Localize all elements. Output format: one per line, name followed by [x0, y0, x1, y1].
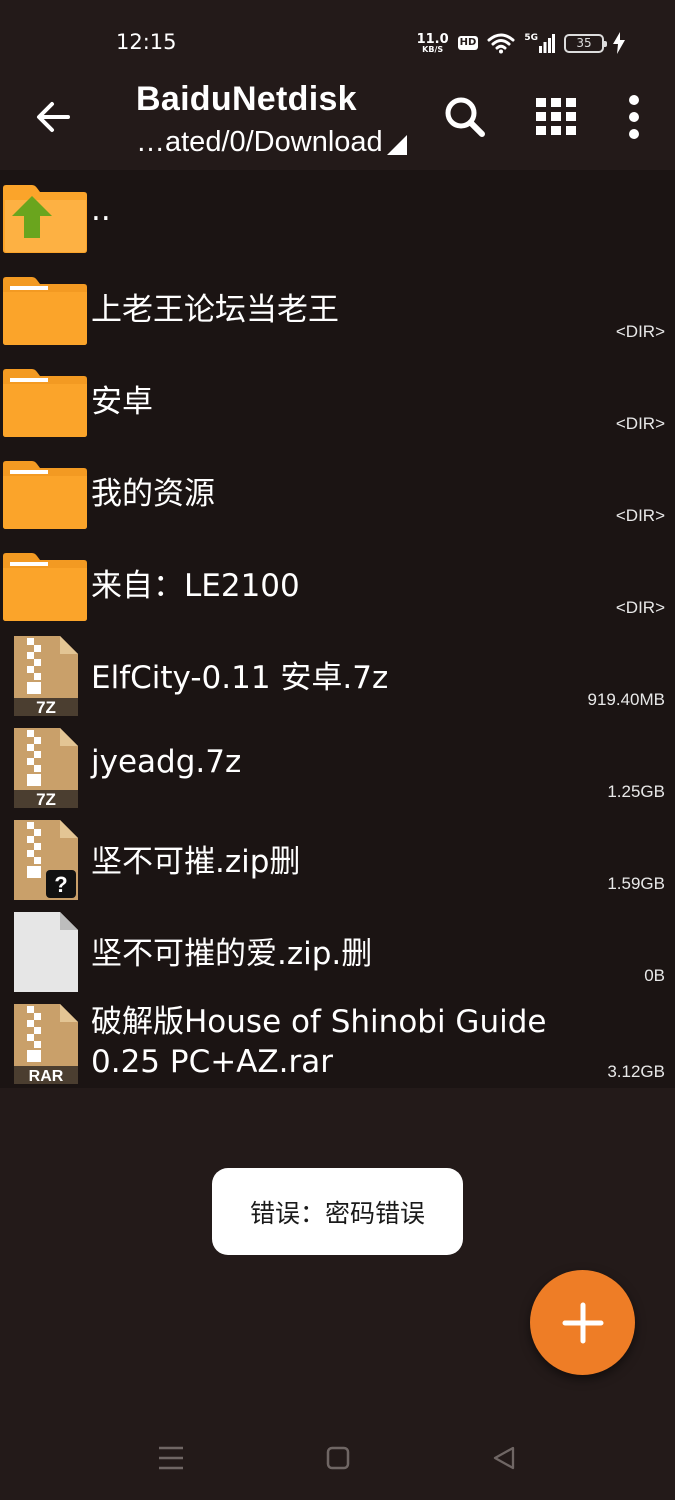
back-arrow-icon[interactable] — [30, 94, 76, 140]
file-name-line-1: 破解版House of Shinobi Guide — [91, 1004, 547, 1040]
archive-unknown-icon: ? — [14, 820, 78, 900]
file-meta: <DIR> — [615, 414, 665, 433]
archive-rar-icon: RAR — [14, 1004, 78, 1084]
file-meta: 3.12GB — [607, 1062, 665, 1081]
folder-icon — [3, 553, 87, 621]
system-nav-bar — [0, 1420, 675, 1500]
archive-badge: 7Z — [36, 698, 56, 716]
cellular-signal-icon: 5G — [524, 33, 555, 53]
plus-icon — [562, 1302, 603, 1343]
toast-message: 错误：密码错误 — [249, 1198, 425, 1228]
file-meta: <DIR> — [615, 506, 665, 525]
file-name: 安卓 — [91, 384, 153, 420]
folder-icon — [3, 369, 87, 437]
list-item[interactable]: .. — [0, 170, 675, 262]
charging-icon — [613, 32, 625, 54]
battery-icon: 35 — [564, 33, 607, 53]
file-name: .. — [91, 192, 111, 228]
search-icon[interactable] — [442, 94, 488, 140]
blank-file-icon — [14, 912, 78, 992]
file-meta: <DIR> — [615, 598, 665, 617]
more-options-icon[interactable] — [620, 94, 648, 140]
file-meta: 1.25GB — [607, 782, 665, 801]
archive-badge: RAR — [29, 1068, 64, 1084]
app-bar: BaiduNetdisk …ated/0/Download — [0, 80, 675, 170]
file-name: 破解版House of Shinobi Guide 0.25 PC+AZ.rar — [91, 1002, 546, 1082]
list-item[interactable]: RAR 破解版House of Shinobi Guide 0.25 PC+AZ… — [0, 998, 675, 1090]
list-item[interactable]: 上老王论坛当老王 <DIR> — [0, 262, 675, 354]
file-meta: 1.59GB — [607, 874, 665, 893]
list-item[interactable]: 7Z jyeadg.7z 1.25GB — [0, 722, 675, 814]
file-name: 我的资源 — [91, 476, 215, 512]
page-title: BaiduNetdisk — [136, 80, 357, 118]
list-item[interactable]: 来自：LE2100 <DIR> — [0, 538, 675, 630]
add-button[interactable] — [530, 1270, 635, 1375]
battery-level: 35 — [576, 36, 592, 50]
parent-folder-icon — [3, 185, 87, 253]
list-item[interactable]: 坚不可摧的爱.zip.删 0B — [0, 906, 675, 998]
nav-back-icon[interactable] — [492, 1446, 516, 1470]
error-toast: 错误：密码错误 — [212, 1168, 463, 1255]
file-meta: <DIR> — [615, 322, 665, 341]
file-name: 上老王论坛当老王 — [91, 292, 339, 328]
network-speed: 11.0 KB/S — [417, 33, 449, 54]
network-type: 5G — [524, 33, 538, 43]
current-path: …ated/0/Download — [136, 126, 383, 158]
status-icons: 11.0 KB/S HD 5G 35 — [417, 28, 625, 58]
file-meta: 919.40MB — [587, 690, 666, 709]
archive-badge: ? — [54, 872, 67, 897]
grid-view-icon[interactable] — [534, 96, 578, 138]
list-item[interactable]: ? 坚不可摧.zip删 1.59GB — [0, 814, 675, 906]
file-meta: 0B — [644, 966, 665, 985]
file-name: jyeadg.7z — [91, 744, 242, 780]
status-bar: 12:15 11.0 KB/S HD 5G 35 — [0, 0, 675, 80]
path-selector[interactable]: …ated/0/Download — [136, 126, 407, 159]
file-name: 来自：LE2100 — [91, 568, 300, 604]
list-item[interactable]: 7Z ElfCity-0.11 安卓.7z 919.40MB — [0, 630, 675, 722]
folder-icon — [3, 277, 87, 345]
hd-icon: HD — [457, 36, 479, 50]
recents-icon[interactable] — [158, 1445, 184, 1471]
archive-badge: 7Z — [36, 790, 56, 808]
file-name: ElfCity-0.11 安卓.7z — [91, 660, 389, 696]
archive-7z-icon: 7Z — [14, 636, 78, 716]
folder-icon — [3, 461, 87, 529]
dropdown-triangle-icon — [386, 135, 407, 155]
file-list: .. 上老王论坛当老王 <DIR> 安卓 <DIR> 我的资源 <DIR> 来自… — [0, 170, 675, 1088]
file-name-line-2: 0.25 PC+AZ.rar — [91, 1044, 333, 1080]
archive-7z-icon: 7Z — [14, 728, 78, 808]
list-item[interactable]: 我的资源 <DIR> — [0, 446, 675, 538]
file-name: 坚不可摧的爱.zip.删 — [91, 936, 373, 972]
list-item[interactable]: 安卓 <DIR> — [0, 354, 675, 446]
home-icon[interactable] — [326, 1446, 350, 1470]
wifi-icon — [487, 33, 515, 54]
network-speed-unit: KB/S — [422, 44, 444, 54]
file-name: 坚不可摧.zip删 — [91, 844, 301, 880]
network-speed-value: 11.0 — [416, 31, 449, 47]
status-time: 12:15 — [116, 30, 177, 54]
